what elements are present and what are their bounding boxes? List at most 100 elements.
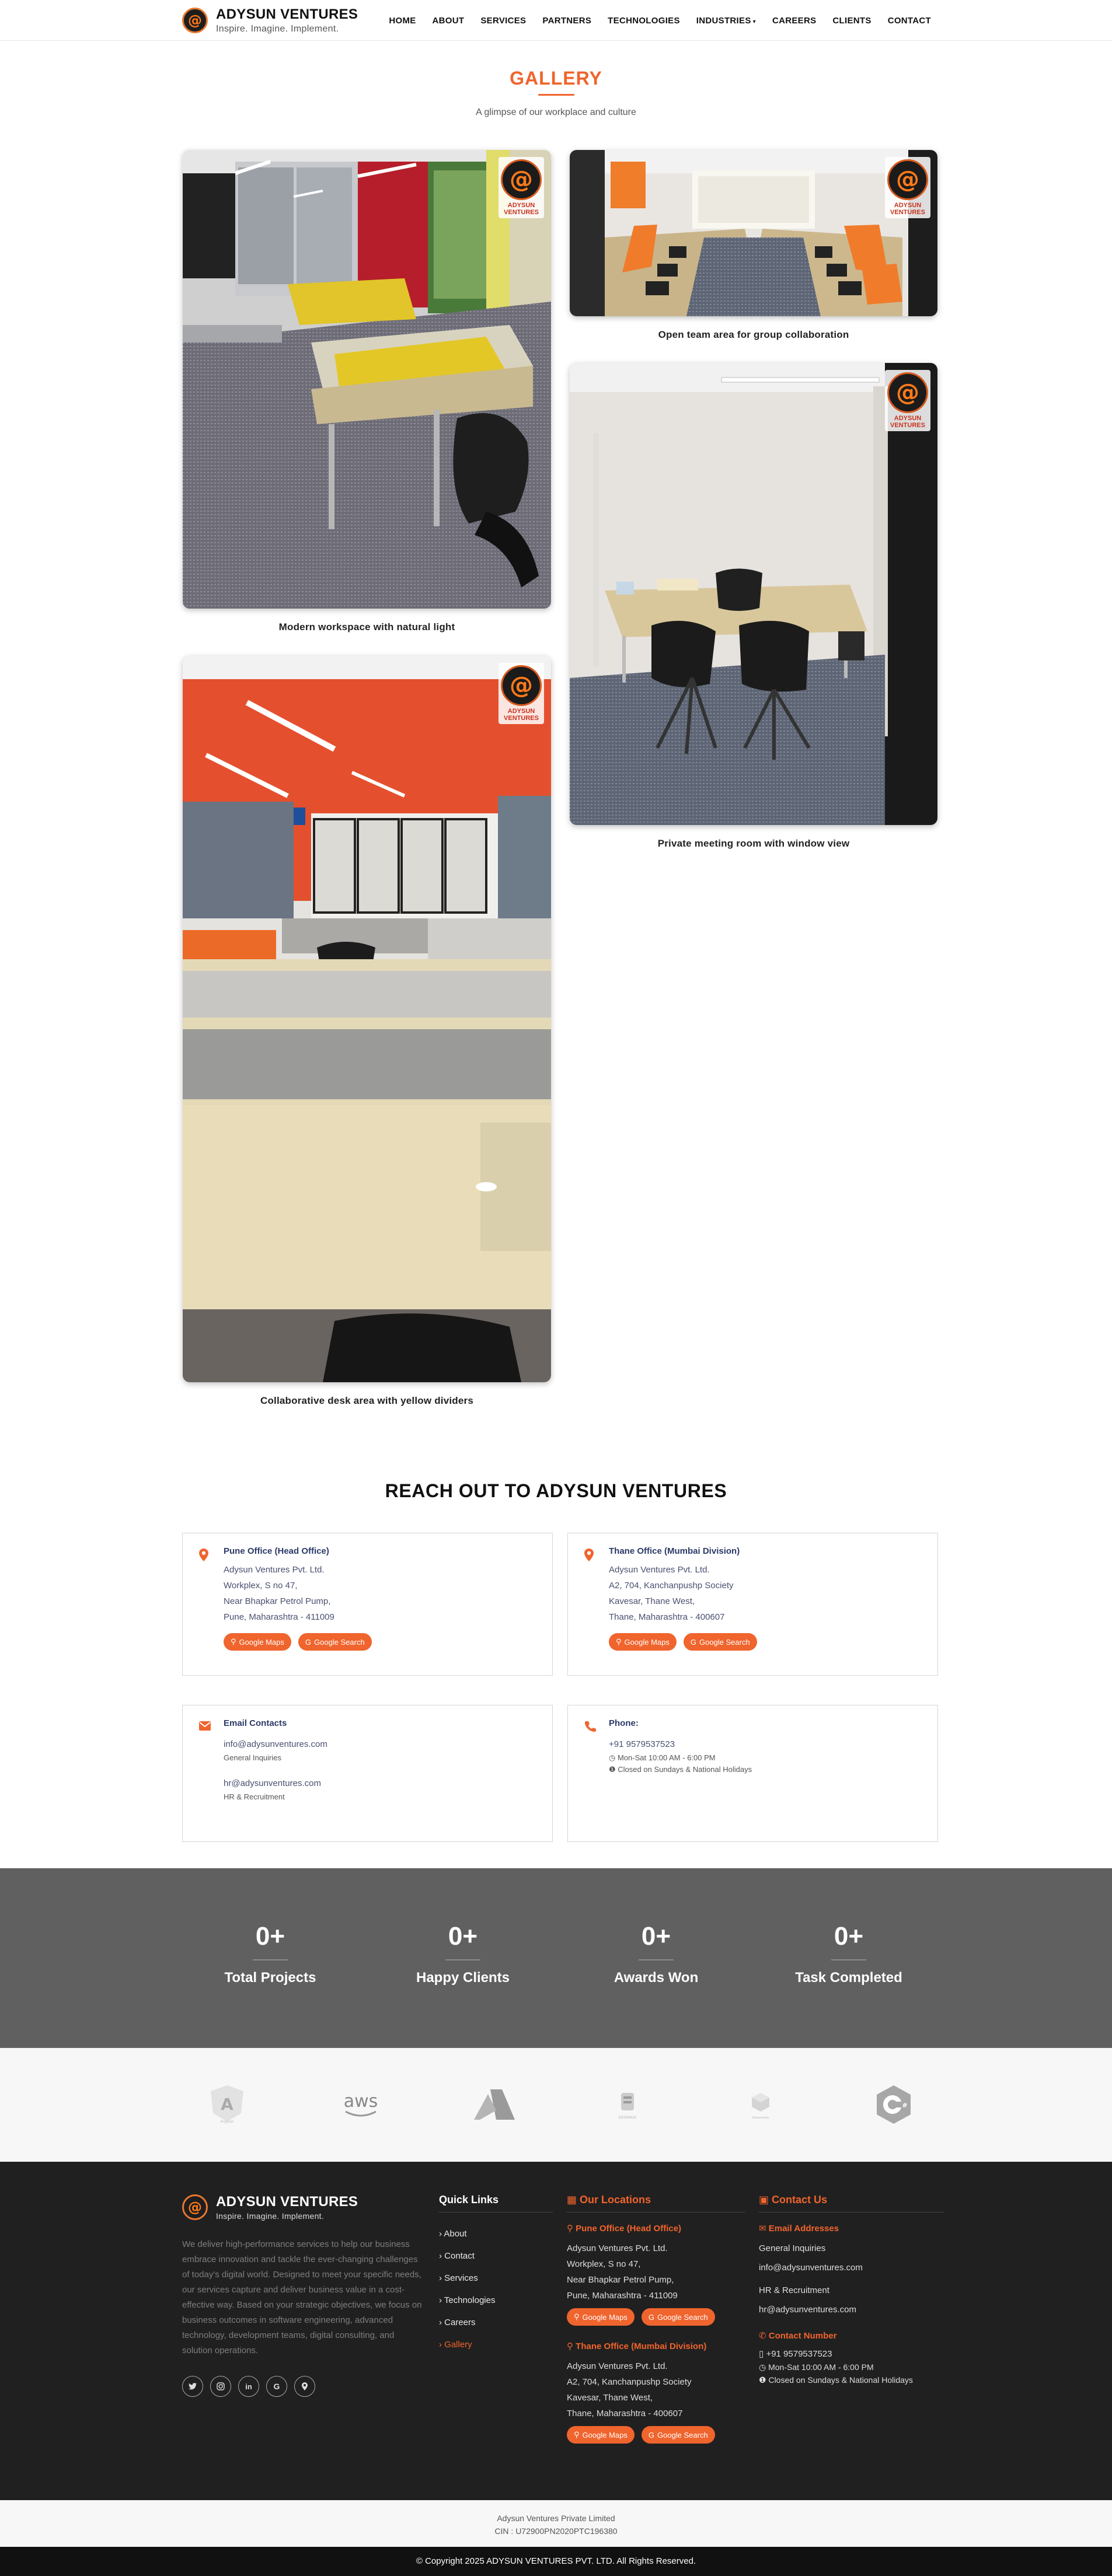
email-contacts-card: Email Contacts info@adysunventures.com G… — [182, 1705, 553, 1842]
brand-logo: @ — [182, 8, 208, 33]
footer-about: @ ADYSUN VENTURES Inspire. Imagine. Impl… — [182, 2194, 426, 2397]
nav-technologies[interactable]: TECHNOLOGIES — [608, 16, 680, 26]
csharp-logo: # — [867, 2084, 920, 2125]
footer-thane-search-button[interactable]: G Google Search — [641, 2426, 715, 2444]
workspace-photo — [183, 150, 551, 609]
desk-area-photo — [183, 656, 551, 1382]
google-icon[interactable]: G — [266, 2376, 287, 2397]
address-line: Thane, Maharashtra - 400607 — [567, 2409, 683, 2418]
pune-google-search-button[interactable]: G Google Search — [298, 1633, 372, 1651]
gallery-photo-meeting-room[interactable]: @ ADYSUN VENTURES — [570, 363, 937, 825]
gallery-caption: Private meeting room with window view — [657, 838, 850, 849]
address-line: Kavesar, Thane West, — [609, 1596, 695, 1606]
footer-link-services[interactable]: › Services — [439, 2267, 553, 2290]
address-line: Workplex, S no 47, — [224, 1581, 298, 1591]
company-name: Adysun Ventures Private Limited — [497, 2514, 615, 2523]
map-pin-icon — [584, 1549, 594, 1565]
aws-logo: aws — [334, 2084, 387, 2125]
gallery-item[interactable]: @ ADYSUN VENTURES Open team area for gro… — [570, 150, 937, 341]
office-hours: ◷ Mon-Sat 10:00 AM - 6:00 PM — [609, 1753, 716, 1762]
map-pin-icon — [199, 1549, 208, 1565]
angular-logo: A Angular — [201, 2084, 253, 2125]
gallery-item[interactable]: @ ADYSUN VENTURES Modern workspace with … — [183, 150, 551, 633]
footer-locations: ▦ Our Locations ⚲ Pune Office (Head Offi… — [567, 2194, 745, 2444]
gallery-photo-desk-area[interactable]: @ ADYSUN VENTURES — [183, 656, 551, 1382]
footer-pune-maps-button[interactable]: ⚲ Google Maps — [567, 2308, 635, 2326]
gallery-caption: Modern workspace with natural light — [278, 621, 455, 632]
database-logo: DATABASE — [601, 2084, 654, 2125]
footer-link-about[interactable]: › About — [439, 2223, 553, 2245]
footer-brand[interactable]: @ ADYSUN VENTURES Inspire. Imagine. Impl… — [182, 2194, 426, 2221]
nav-careers[interactable]: CAREERS — [772, 16, 816, 26]
general-email-label: General Inquiries — [224, 1753, 281, 1762]
address-line: Pune, Maharashtra - 411009 — [567, 2291, 678, 2301]
pune-office-title: Pune Office (Head Office) — [224, 1546, 329, 1556]
footer-quick-links: Quick Links › About › Contact › Services… — [439, 2194, 553, 2356]
footer-thane-maps-button[interactable]: ⚲ Google Maps — [567, 2426, 635, 2444]
phone-number-link[interactable]: +91 9579537523 — [609, 1736, 926, 1752]
general-email-link[interactable]: info@adysunventures.com — [224, 1736, 541, 1752]
adysun-watermark: @ ADYSUN VENTURES — [499, 663, 544, 725]
general-inquiries-label: General Inquiries — [759, 2243, 826, 2253]
map-pin-icon: ⚲ — [567, 2341, 573, 2351]
map-pin-icon: ⚲ — [231, 1637, 236, 1646]
thane-google-maps-button[interactable]: ⚲ Google Maps — [609, 1633, 677, 1651]
footer-link-gallery[interactable]: › Gallery — [439, 2334, 553, 2356]
copyright: © Copyright 2025 ADYSUN VENTURES PVT. LT… — [0, 2547, 1112, 2576]
address-line: Kavesar, Thane West, — [567, 2393, 653, 2403]
pune-google-maps-button[interactable]: ⚲ Google Maps — [224, 1633, 291, 1651]
address-line: Thane, Maharashtra - 400607 — [609, 1612, 725, 1622]
footer-general-email[interactable]: info@adysunventures.com — [759, 2260, 944, 2276]
cube-logo: Kubernetes — [734, 2084, 787, 2125]
gallery-photo-workspace[interactable]: @ ADYSUN VENTURES — [183, 150, 551, 609]
tech-logos: A Angular aws DATABASE Kubernetes # — [0, 2048, 1112, 2162]
nav-contact[interactable]: CONTACT — [888, 16, 931, 26]
address-line: Adysun Ventures Pvt. Ltd. — [609, 1565, 710, 1575]
google-icon: G — [648, 2430, 654, 2439]
twitter-icon[interactable] — [182, 2376, 203, 2397]
footer-link-contact[interactable]: › Contact — [439, 2245, 553, 2267]
thane-google-search-button[interactable]: G Google Search — [683, 1633, 757, 1651]
nav-home[interactable]: HOME — [389, 16, 416, 26]
social-links: in G — [182, 2376, 426, 2397]
gallery-photo-team-area[interactable]: @ ADYSUN VENTURES — [570, 150, 937, 316]
footer-phone-number[interactable]: ▯ +91 9579537523 — [759, 2348, 944, 2361]
brand-name: ADYSUN VENTURES — [216, 6, 358, 22]
footer-hr-email[interactable]: hr@adysunventures.com — [759, 2302, 944, 2318]
footer-pune-search-button[interactable]: G Google Search — [641, 2308, 715, 2326]
phone-icon: ✆ — [759, 2331, 766, 2341]
address-line: Pune, Maharashtra - 411009 — [224, 1612, 334, 1622]
nav-services[interactable]: SERVICES — [480, 16, 526, 26]
nav-partners[interactable]: PARTNERS — [542, 16, 591, 26]
locations-title: ▦ Our Locations — [567, 2194, 651, 2205]
map-pin-icon[interactable] — [294, 2376, 315, 2397]
envelope-icon — [199, 1721, 211, 1734]
footer-brand-tagline: Inspire. Imagine. Implement. — [216, 2211, 325, 2221]
gallery-item[interactable]: @ ADYSUN VENTURES Private meeting room w… — [570, 363, 937, 850]
svg-text:aws: aws — [344, 2091, 378, 2112]
stat-awards-won: 0+ Awards Won — [613, 1922, 699, 1986]
svg-text:#: # — [902, 2102, 907, 2109]
address-line: Adysun Ventures Pvt. Ltd. — [224, 1565, 325, 1575]
phone-card: Phone: +91 9579537523 ◷ Mon-Sat 10:00 AM… — [567, 1705, 938, 1842]
nav-about[interactable]: ABOUT — [433, 16, 465, 26]
hr-label: HR & Recruitment — [759, 2285, 829, 2295]
instagram-icon[interactable] — [210, 2376, 231, 2397]
gallery-item[interactable]: @ ADYSUN VENTURES Collaborative desk are… — [183, 656, 551, 1407]
nav-clients[interactable]: CLIENTS — [832, 16, 871, 26]
brand[interactable]: @ ADYSUN VENTURES Inspire. Imagine. Impl… — [182, 6, 358, 34]
linkedin-icon[interactable]: in — [238, 2376, 259, 2397]
company-cin: CIN : U72900PN2020PTC196380 — [494, 2526, 618, 2536]
closed-notice: ❶ Closed on Sundays & National Holidays — [609, 1765, 752, 1774]
mobile-icon: ▯ — [759, 2349, 764, 2359]
stat-total-projects: 0+ Total Projects — [224, 1922, 316, 1986]
adysun-watermark: @ ADYSUN VENTURES — [885, 370, 930, 432]
divider — [567, 2212, 745, 2213]
footer-link-careers[interactable]: › Careers — [439, 2312, 553, 2334]
phone-book-icon: ▣ — [759, 2194, 769, 2205]
hr-email-link[interactable]: hr@adysunventures.com — [224, 1775, 541, 1791]
footer-link-technologies[interactable]: › Technologies — [439, 2290, 553, 2312]
nav-industries[interactable]: INDUSTRIES ▾ — [696, 16, 756, 26]
pune-office-card: Pune Office (Head Office) Adysun Venture… — [182, 1533, 553, 1676]
google-icon: G — [305, 1637, 311, 1647]
